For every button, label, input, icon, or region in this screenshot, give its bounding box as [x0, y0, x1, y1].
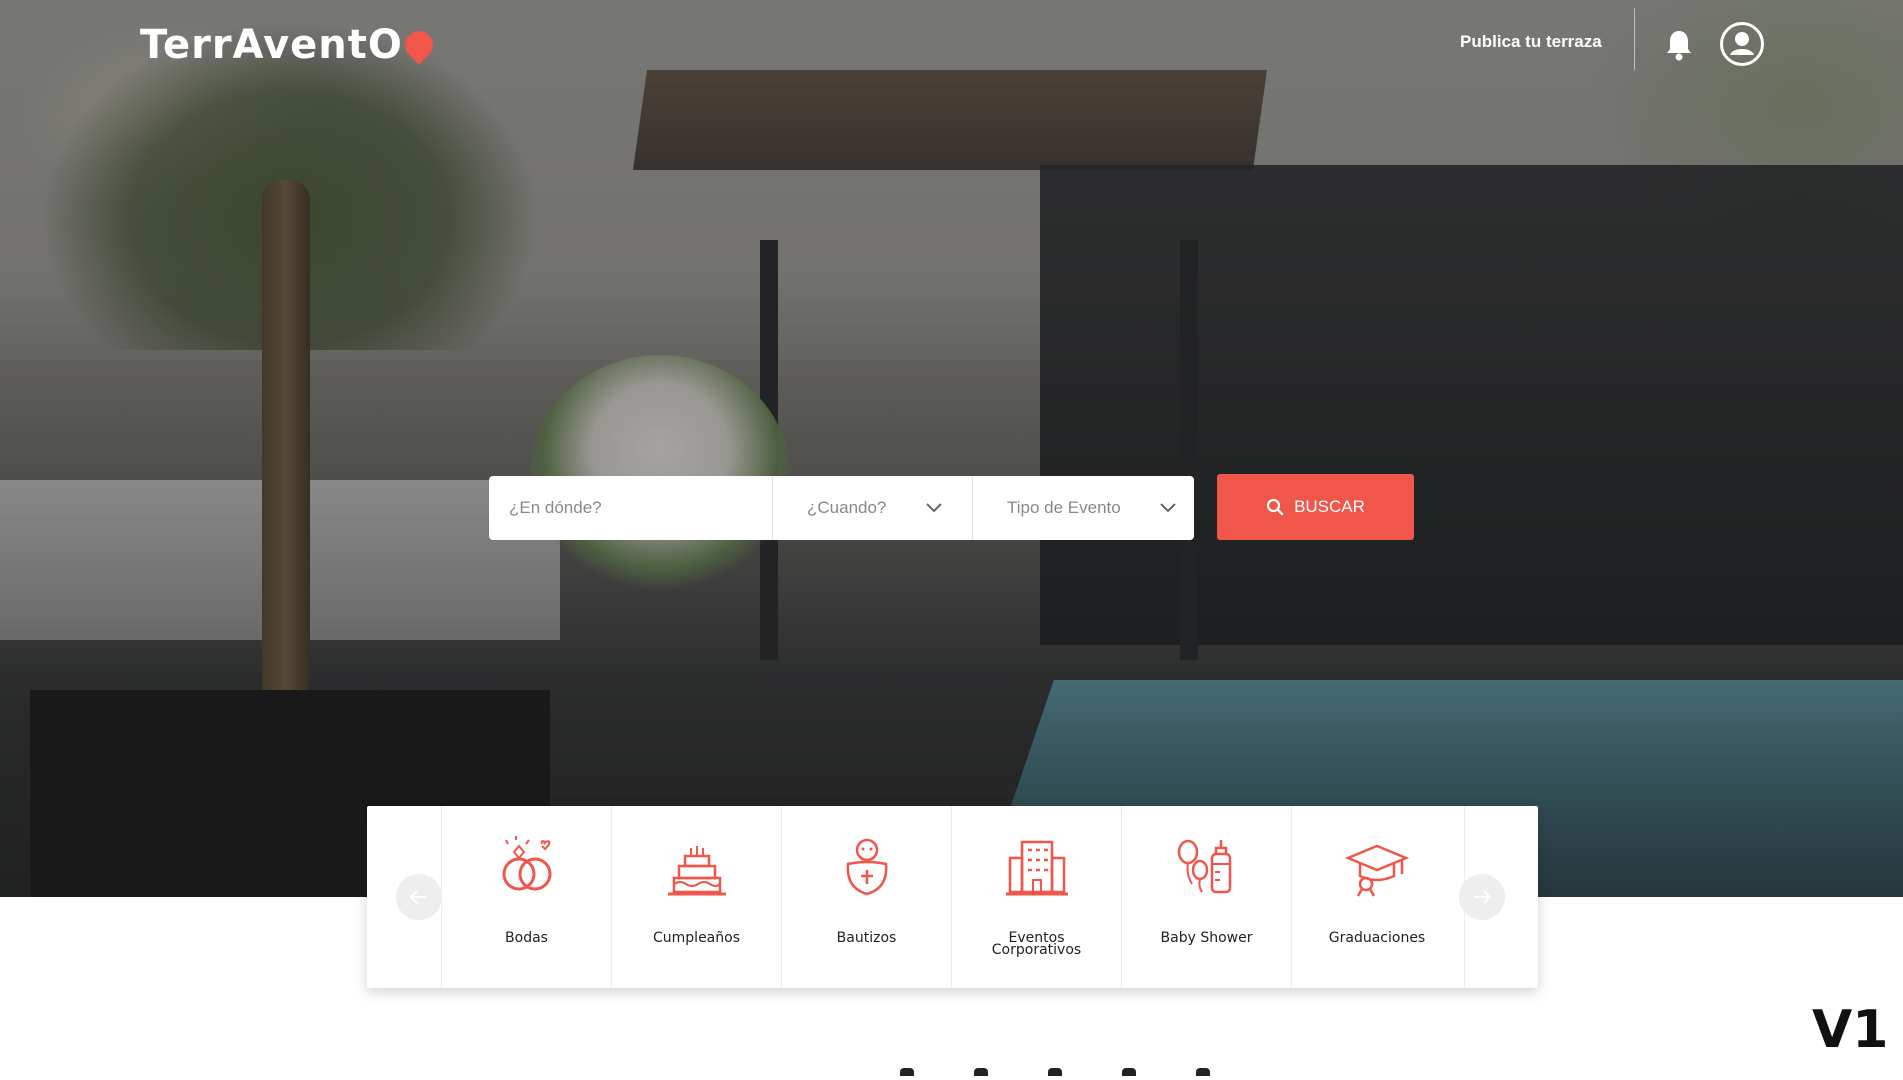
category-item-bautizos[interactable]: Bautizos — [782, 806, 952, 988]
hero-background — [0, 0, 1903, 897]
category-item-graduaciones[interactable]: Graduaciones — [1292, 806, 1462, 988]
bell-icon[interactable] — [1664, 28, 1694, 62]
category-item-bodas[interactable]: Bodas — [442, 806, 612, 988]
when-label: ¿Cuando? — [807, 498, 887, 517]
hero-overlay — [0, 0, 1903, 897]
corporate-building-icon — [1005, 840, 1068, 896]
publish-terrace-link[interactable]: Publica tu terraza — [1460, 32, 1602, 52]
category-label: Bodas — [505, 930, 548, 946]
category-item-cumpleanos[interactable]: Cumpleaños — [612, 806, 782, 988]
logo-text: TerrAventO — [140, 22, 403, 68]
category-item-baby-shower[interactable]: Baby Shower — [1122, 806, 1292, 988]
category-list: Bodas Cumpleaños Bautizos Eventos Corpor… — [441, 806, 1465, 988]
arrow-left-icon — [410, 890, 427, 904]
category-label: Graduaciones — [1328, 930, 1426, 946]
search-bar: ¿Cuando? Tipo de Evento — [489, 476, 1194, 540]
category-label: Eventos Corporativos — [991, 930, 1082, 958]
baptism-baby-icon — [846, 838, 887, 896]
when-select[interactable]: ¿Cuando? — [773, 476, 973, 540]
partial-section-heading — [900, 1068, 1320, 1080]
event-type-label: Tipo de Evento — [1007, 498, 1121, 517]
wedding-rings-icon — [502, 836, 551, 891]
carousel-next-button[interactable] — [1459, 874, 1505, 920]
header-divider — [1634, 8, 1635, 70]
search-icon — [1266, 498, 1284, 516]
logo-pin-icon — [399, 25, 439, 65]
where-input[interactable] — [509, 498, 772, 518]
search-button[interactable]: BUSCAR — [1217, 474, 1414, 540]
chevron-down-icon — [926, 503, 942, 513]
category-item-eventos-corporativos[interactable]: Eventos Corporativos — [952, 806, 1122, 988]
baby-shower-icon — [1177, 839, 1231, 894]
user-icon-svg — [1730, 32, 1754, 55]
graduation-cap-icon — [1344, 844, 1410, 897]
where-field[interactable] — [489, 476, 773, 540]
category-label: Cumpleaños — [653, 930, 740, 946]
logo[interactable]: TerrAventO — [140, 22, 439, 68]
bell-icon-svg — [1667, 31, 1691, 61]
chevron-down-icon — [1160, 503, 1176, 513]
category-label: Bautizos — [836, 930, 897, 946]
search-button-label: BUSCAR — [1294, 497, 1365, 516]
category-carousel: Bodas Cumpleaños Bautizos Eventos Corpor… — [367, 806, 1538, 988]
carousel-prev-button[interactable] — [396, 874, 442, 920]
birthday-cake-icon — [667, 846, 726, 896]
version-label: V1 — [1812, 1000, 1889, 1060]
arrow-right-icon — [1474, 890, 1491, 904]
user-circle-icon[interactable] — [1720, 22, 1764, 66]
event-type-select[interactable]: Tipo de Evento — [973, 476, 1194, 540]
category-label: Baby Shower — [1160, 930, 1253, 946]
